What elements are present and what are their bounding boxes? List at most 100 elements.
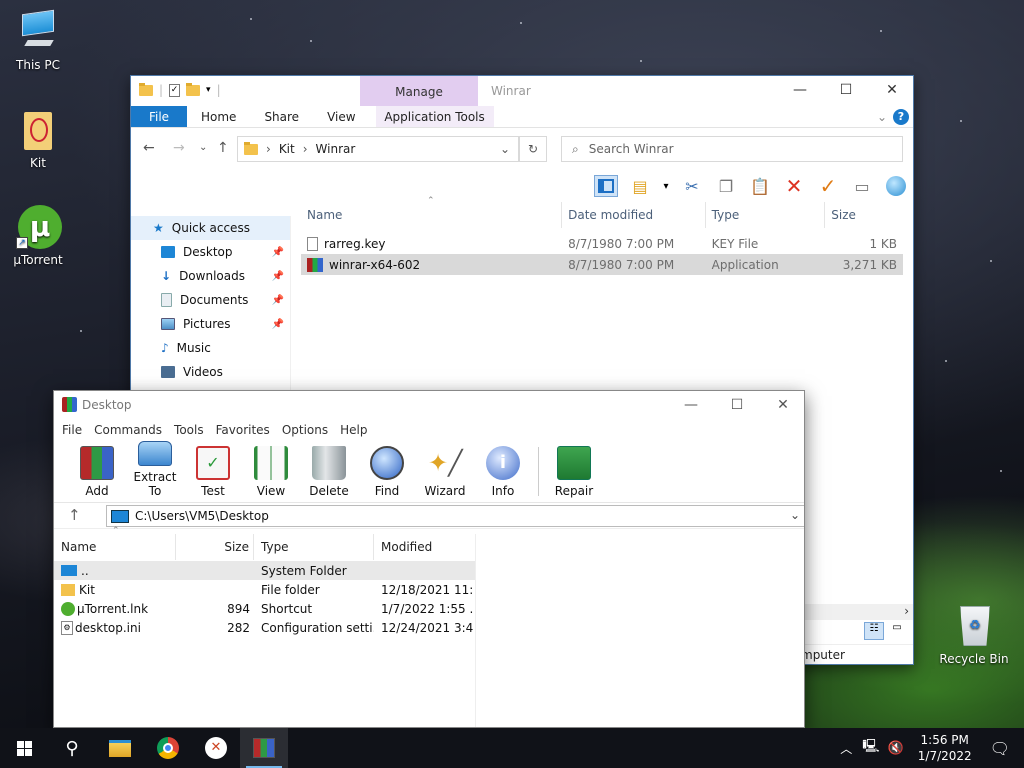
taskbar-winrar[interactable]	[240, 728, 288, 768]
volume-muted-icon[interactable]: 🔇	[888, 741, 904, 756]
scroll-right-icon[interactable]: ›	[904, 604, 909, 618]
large-icons-view-icon[interactable]: ▭	[887, 622, 907, 640]
taskbar-app[interactable]: ✕	[192, 728, 240, 768]
extract-to-button[interactable]: Extract To	[126, 441, 184, 502]
view-button[interactable]: View	[242, 441, 300, 502]
tab-file[interactable]: File	[131, 106, 187, 127]
find-button[interactable]: Find	[358, 441, 416, 502]
menu-commands[interactable]: Commands	[88, 419, 168, 441]
column-header-type[interactable]: Type	[706, 201, 826, 228]
properties-icon[interactable]: ✓	[169, 83, 181, 97]
column-header-name[interactable]: Name	[54, 534, 176, 560]
utorrent-icon	[61, 601, 75, 616]
check-icon[interactable]: ✓	[816, 174, 840, 198]
maximize-button[interactable]: ☐	[714, 391, 760, 419]
chevron-down-icon[interactable]: ⌄	[500, 142, 510, 156]
path-combobox[interactable]: C:\Users\VM5\Desktop ⌄	[106, 505, 804, 527]
tab-share[interactable]: Share	[250, 106, 313, 127]
maximize-button[interactable]: ☐	[823, 76, 869, 104]
test-button[interactable]: ✓ Test	[184, 441, 242, 502]
start-button[interactable]	[0, 728, 48, 768]
file-row[interactable]: winrar-x64-602 8/7/1980 7:00 PM Applicat…	[301, 254, 903, 275]
wizard-button[interactable]: ✦╱ Wizard	[416, 441, 474, 502]
dropdown-icon[interactable]: ▾	[662, 175, 670, 197]
search-input[interactable]: Search Winrar	[589, 142, 674, 156]
nav-item-documents[interactable]: Documents 📌	[131, 288, 290, 312]
tab-home[interactable]: Home	[187, 106, 250, 127]
network-icon[interactable]: 🖳	[862, 737, 879, 759]
clock[interactable]: 1:56 PM 1/7/2022	[918, 732, 972, 764]
chevron-down-icon[interactable]: ⌄	[790, 508, 800, 522]
breadcrumb-item[interactable]: Winrar	[316, 142, 356, 156]
copy-icon[interactable]: ❐	[714, 175, 738, 197]
notes-icon[interactable]: ▤	[628, 175, 652, 197]
manage-context-tab[interactable]: Manage	[360, 76, 478, 106]
nav-item-music[interactable]: ♪ Music	[131, 336, 290, 360]
pin-icon[interactable]: 📌	[272, 319, 284, 330]
pin-icon[interactable]: 📌	[272, 247, 284, 258]
show-hidden-icons-icon[interactable]: ︿	[840, 740, 852, 757]
table-row[interactable]: ⚙ desktop.ini 282 Configuration setti...…	[54, 618, 475, 637]
details-view-icon[interactable]: ☷	[864, 622, 884, 640]
desktop-icon-this-pc[interactable]: This PC	[2, 9, 74, 72]
globe-icon[interactable]	[884, 175, 908, 197]
close-button[interactable]: ✕	[760, 391, 804, 419]
close-button[interactable]: ✕	[869, 76, 913, 104]
pin-icon[interactable]: 📌	[272, 271, 284, 282]
taskbar-chrome[interactable]	[144, 728, 192, 768]
file-row[interactable]: rarreg.key 8/7/1980 7:00 PM KEY File 1 K…	[301, 233, 903, 254]
table-row[interactable]: µTorrent.lnk 894 Shortcut 1/7/2022 1:55 …	[54, 599, 475, 618]
expand-ribbon-icon[interactable]: ⌄	[877, 110, 887, 124]
menu-file[interactable]: File	[56, 419, 88, 441]
add-button[interactable]: Add	[68, 441, 126, 502]
desktop-icon-recycle-bin[interactable]: ♻ Recycle Bin	[938, 604, 1010, 666]
tab-view[interactable]: View	[313, 106, 369, 127]
new-folder-icon[interactable]	[186, 82, 201, 96]
nav-item-desktop[interactable]: Desktop 📌	[131, 240, 290, 264]
column-header-size[interactable]: Size	[176, 534, 254, 560]
desktop-icon-kit[interactable]: Kit	[2, 108, 74, 170]
recent-locations-icon[interactable]: ⌄	[199, 142, 207, 153]
pin-icon[interactable]: 📌	[272, 295, 284, 306]
tab-application-tools[interactable]: Application Tools	[375, 106, 494, 127]
nav-item-videos[interactable]: Videos	[131, 360, 290, 384]
menu-options[interactable]: Options	[276, 419, 334, 441]
help-icon[interactable]: ?	[893, 109, 909, 125]
folder-icon[interactable]	[139, 82, 153, 96]
info-button[interactable]: i Info	[474, 441, 532, 502]
delete-icon[interactable]: ✕	[782, 174, 806, 198]
menu-help[interactable]: Help	[334, 419, 373, 441]
notifications-icon[interactable]: 🗨	[990, 739, 1010, 758]
preview-pane-icon[interactable]	[594, 175, 618, 197]
column-header-size[interactable]: Size	[825, 202, 903, 228]
column-header-modified[interactable]: Modified	[374, 534, 474, 560]
search-button[interactable]: ⚲	[48, 728, 96, 768]
minimize-button[interactable]: —	[668, 391, 714, 419]
minimize-button[interactable]: —	[777, 76, 823, 104]
breadcrumb-item[interactable]: Kit	[279, 142, 295, 156]
forward-icon[interactable]: →	[173, 140, 185, 156]
search-box[interactable]: ⌕ Search Winrar	[561, 136, 903, 162]
refresh-button[interactable]: ↻	[519, 136, 547, 162]
desktop-icon-utorrent[interactable]: µ ↗ µTorrent	[2, 205, 74, 267]
column-header-date[interactable]: Date modified	[562, 201, 706, 228]
address-bar[interactable]: › Kit › Winrar ⌄	[237, 136, 519, 162]
nav-item-quick-access[interactable]: ★ Quick access	[131, 216, 290, 240]
up-one-level-icon[interactable]: ↑	[68, 506, 81, 524]
up-icon[interactable]: ↑	[217, 140, 229, 156]
nav-item-pictures[interactable]: Pictures 📌	[131, 312, 290, 336]
cut-icon[interactable]: ✂	[680, 175, 704, 197]
table-row[interactable]: .. System Folder	[54, 561, 475, 580]
taskbar-file-explorer[interactable]	[96, 728, 144, 768]
paste-icon[interactable]: 📋	[748, 175, 772, 197]
delete-button[interactable]: Delete	[300, 441, 358, 502]
nav-item-downloads[interactable]: ↓ Downloads 📌	[131, 264, 290, 288]
menu-tools[interactable]: Tools	[168, 419, 210, 441]
back-icon[interactable]: ←	[143, 140, 155, 156]
table-row[interactable]: Kit File folder 12/18/2021 11:...	[54, 580, 475, 599]
menu-favorites[interactable]: Favorites	[210, 419, 276, 441]
repair-button[interactable]: Repair	[545, 441, 603, 502]
column-header-type[interactable]: Type	[254, 534, 374, 560]
rename-icon[interactable]: ▭	[850, 175, 874, 197]
customize-qa-icon[interactable]: ▾	[206, 85, 211, 95]
